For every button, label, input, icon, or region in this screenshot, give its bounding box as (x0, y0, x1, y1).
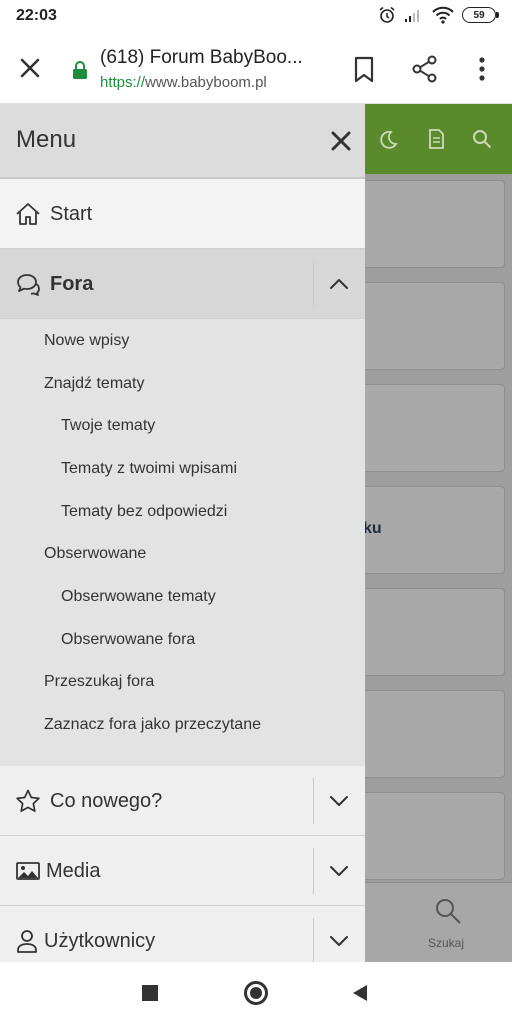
submenu-link-przeszukaj-fora[interactable]: Przeszukaj fora (44, 673, 154, 691)
search-icon (436, 899, 461, 924)
page-title[interactable]: (618) Forum BabyBoo... (100, 47, 322, 69)
page-url[interactable]: https://www.babyboom.pl (100, 74, 267, 91)
star-icon (16, 789, 40, 812)
background-card (355, 282, 505, 370)
uzytkownicy-expand-toggle[interactable] (313, 918, 365, 962)
submenu-link-nowe-wpisy[interactable]: Nowe wpisy (44, 332, 129, 350)
battery-indicator: 59 (462, 7, 499, 23)
alarm-icon (379, 6, 395, 23)
more-options-icon[interactable] (468, 54, 496, 84)
chevron-up-icon (330, 279, 348, 289)
browser-toolbar: (618) Forum BabyBoo... https://www.babyb… (0, 32, 512, 104)
fora-collapse-toggle[interactable] (313, 261, 365, 307)
nav-item-label: Start (50, 203, 93, 225)
fora-submenu: Nowe wpisy Znajdź tematy Twoje tematy Te… (0, 319, 365, 766)
user-icon (17, 930, 37, 953)
moon-icon (380, 130, 398, 149)
home-icon (16, 203, 40, 225)
search-icon (473, 130, 492, 149)
media-expand-toggle[interactable] (313, 848, 365, 894)
drawer-header: Menu (0, 104, 365, 179)
submenu-link-zaznacz-fora[interactable]: Zaznacz fora jako przeczytane (44, 716, 261, 734)
url-scheme: https:// (100, 74, 146, 91)
chevron-down-icon (330, 866, 348, 876)
bookmark-icon[interactable] (350, 54, 378, 84)
lock-icon (73, 61, 87, 79)
status-icons: 59 (378, 6, 499, 24)
submenu-link-obserwowane-fora[interactable]: Obserwowane fora (61, 631, 195, 649)
navigation-drawer: Menu Start Fora Nowe wpisy Znajdź tematy… (0, 104, 365, 962)
nav-item-label: Co nowego? (50, 790, 163, 812)
nav-item-label: Fora (50, 273, 94, 295)
background-card-text: ku (363, 520, 382, 537)
submenu-link-tematy-bez-odpowiedzi[interactable]: Tematy bez odpowiedzi (61, 503, 227, 521)
site-header (365, 104, 512, 174)
home-button[interactable] (244, 981, 268, 1005)
co-nowego-expand-toggle[interactable] (313, 778, 365, 824)
nav-item-label: Media (46, 860, 101, 882)
close-icon[interactable] (328, 128, 354, 154)
background-card (355, 588, 505, 676)
status-bar: 22:03 59 (0, 0, 512, 32)
background-card (355, 384, 505, 472)
wifi-icon (432, 6, 454, 24)
nav-item-fora[interactable]: Fora (0, 249, 365, 319)
submenu-link-obserwowane[interactable]: Obserwowane (44, 545, 146, 563)
background-card (355, 180, 505, 268)
chevron-down-icon (330, 936, 348, 946)
submenu-link-twoje-tematy[interactable]: Twoje tematy (61, 417, 155, 435)
share-icon[interactable] (410, 54, 440, 84)
status-time: 22:03 (16, 7, 57, 24)
recents-button[interactable] (142, 985, 158, 1001)
submenu-link-tematy-z-twoimi-wpisami[interactable]: Tematy z twoimi wpisami (61, 460, 237, 478)
background-card (355, 690, 505, 778)
comments-icon (17, 274, 40, 296)
background-card (355, 792, 505, 880)
image-icon (16, 862, 40, 880)
bottom-nav-search-label: Szukaj (428, 936, 465, 950)
nav-item-uzytkownicy[interactable]: Użytkownicy (0, 906, 365, 962)
back-button[interactable] (352, 984, 368, 1002)
signal-icon (405, 10, 419, 22)
drawer-title: Menu (16, 126, 77, 153)
nav-item-media[interactable]: Media (0, 836, 365, 906)
url-host: www.babyboom.pl (145, 74, 267, 91)
system-navigation-bar (0, 962, 512, 1024)
nav-item-label: Użytkownicy (44, 930, 156, 952)
close-icon[interactable] (14, 52, 46, 84)
document-icon (429, 129, 444, 149)
submenu-link-znajdz-tematy[interactable]: Znajdź tematy (44, 375, 144, 393)
nav-item-start[interactable]: Start (0, 179, 365, 249)
chevron-down-icon (330, 796, 348, 806)
submenu-link-obserwowane-tematy[interactable]: Obserwowane tematy (61, 588, 216, 606)
nav-item-co-nowego[interactable]: Co nowego? (0, 766, 365, 836)
